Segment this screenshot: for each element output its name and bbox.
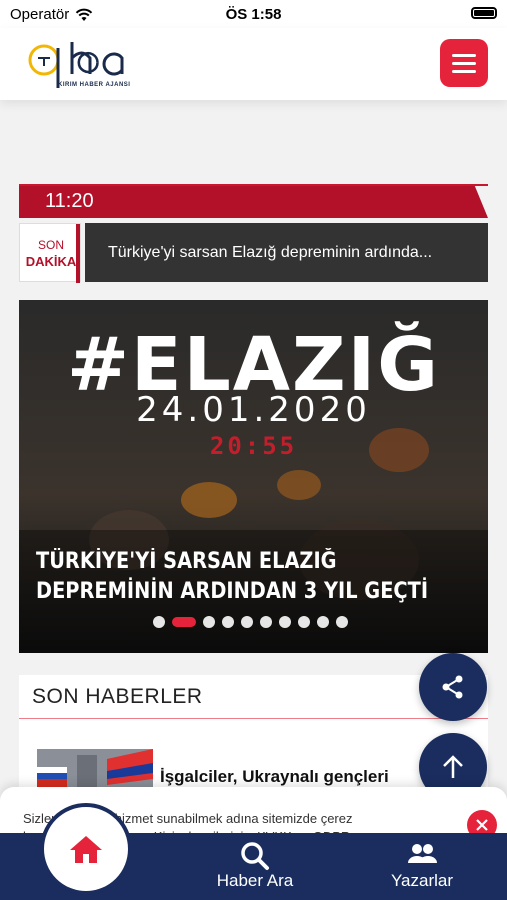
app-header: KIRIM HABER AJANSI <box>0 28 507 100</box>
breaking-time: 11:20 <box>45 190 94 212</box>
nav-authors-label: Yazarlar <box>390 871 454 890</box>
close-icon <box>476 819 488 831</box>
badge-son: SON <box>37 238 64 252</box>
nav-authors[interactable]: Yazarlar <box>372 833 472 900</box>
status-time: ÖS 1:58 <box>225 6 282 23</box>
search-icon <box>241 842 269 870</box>
home-icon <box>70 836 102 863</box>
users-icon <box>408 844 437 863</box>
nav-search-label: Haber Ara <box>216 871 294 890</box>
slide-headline[interactable]: TÜRKİYE'Yİ SARSAN ELAZIĞ DEPREMİNİN ARDI… <box>36 547 476 607</box>
slider-dot[interactable] <box>336 616 348 628</box>
slider-dot[interactable] <box>172 617 196 627</box>
logo-subtitle: KIRIM HABER AJANSI <box>58 82 131 88</box>
son-dakika-badge: SON DAKİKA <box>19 223 81 283</box>
slider-dot[interactable] <box>203 616 215 628</box>
badge-dakika: DAKİKA <box>25 254 77 269</box>
menu-button[interactable] <box>440 39 488 87</box>
share-icon <box>442 675 463 699</box>
nav-home-button[interactable] <box>40 803 132 895</box>
hamburger-menu-icon <box>452 53 476 57</box>
slide-date: 24.01.2020 <box>136 390 371 430</box>
slider-dots <box>153 616 348 628</box>
news-item-title[interactable]: İşgalciler, Ukraynalı gençleri <box>160 767 389 787</box>
arrow-up-icon <box>443 755 463 778</box>
battery-icon <box>471 7 497 19</box>
share-button[interactable] <box>419 653 487 721</box>
slider-dot[interactable] <box>260 616 272 628</box>
breaking-time-bar: 11:20 <box>19 184 488 218</box>
slide-clock: 20:55 <box>209 432 298 460</box>
nav-search[interactable]: Haber Ara <box>200 833 310 900</box>
slider-dot[interactable] <box>298 616 310 628</box>
slider-dot[interactable] <box>241 616 253 628</box>
slider-dot[interactable] <box>279 616 291 628</box>
breaking-news-ticker[interactable]: SON DAKİKA Türkiye'yi sarsan Elazığ depr… <box>19 223 488 283</box>
section-title: SON HABERLER <box>32 685 203 708</box>
breaking-news-text[interactable]: Türkiye'yi sarsan Elazığ depreminin ardı… <box>85 223 488 282</box>
status-bar: Operatör ÖS 1:58 <box>0 0 507 28</box>
slider-dot[interactable] <box>317 616 329 628</box>
news-slider[interactable]: #ELAZIĞ 24.01.2020 20:55 TÜRKİYE'Yİ SARS… <box>19 300 488 653</box>
slider-dot[interactable] <box>153 616 165 628</box>
slider-dot[interactable] <box>222 616 234 628</box>
